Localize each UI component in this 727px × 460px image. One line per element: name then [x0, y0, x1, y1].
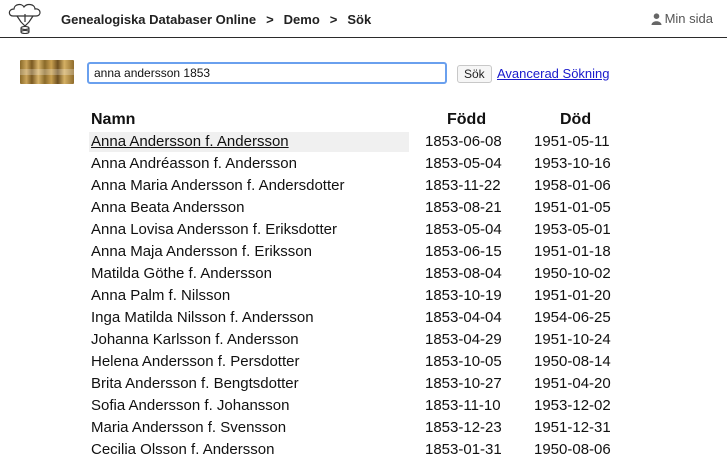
birth-date: 1853-12-23 [425, 419, 502, 436]
advanced-search-link[interactable]: Avancerad Sökning [497, 66, 610, 81]
database-thumbnail [20, 60, 74, 84]
my-page-link[interactable]: Min sida [651, 11, 713, 26]
death-date: 1950-08-14 [534, 353, 611, 370]
table-row[interactable]: Anna Andersson f. Andersson 1853-06-08 195… [89, 132, 610, 152]
death-date: 1953-12-02 [534, 397, 611, 414]
person-name[interactable]: Anna Palm f. Nilsson [91, 287, 230, 304]
birth-date: 1853-11-10 [425, 397, 501, 414]
person-name[interactable]: Sofia Andersson f. Johansson [91, 397, 289, 414]
death-date: 1951-04-20 [534, 375, 611, 392]
breadcrumb: Genealogiska Databaser Online > Demo > Sök [61, 12, 371, 27]
death-date: 1951-01-18 [534, 243, 611, 260]
person-name[interactable]: Anna Andréasson f. Andersson [91, 155, 297, 172]
death-date: 1951-10-24 [534, 331, 611, 348]
person-name[interactable]: Inga Matilda Nilsson f. Andersson [91, 309, 314, 326]
death-date: 1951-05-11 [534, 133, 610, 150]
birth-date: 1853-05-04 [425, 155, 502, 172]
birth-date: 1853-08-04 [425, 265, 502, 282]
person-name[interactable]: Anna Maja Andersson f. Eriksson [91, 243, 312, 260]
birth-date: 1853-06-08 [425, 133, 502, 150]
search-input[interactable] [87, 62, 447, 84]
death-date: 1950-08-06 [534, 441, 611, 458]
person-name[interactable]: Johanna Karlsson f. Andersson [91, 331, 299, 348]
birth-date: 1853-08-21 [425, 199, 502, 216]
person-name[interactable]: Brita Andersson f. Bengtsdotter [91, 375, 299, 392]
search-button[interactable]: Sök [457, 65, 492, 83]
table-row[interactable]: Anna Maja Andersson f. Eriksson 1853-06-1… [89, 242, 611, 262]
breadcrumb-item-search[interactable]: Sök [347, 12, 371, 27]
birth-date: 1853-06-15 [425, 243, 502, 260]
person-name[interactable]: Anna Lovisa Andersson f. Eriksdotter [91, 221, 337, 238]
birth-date: 1853-10-19 [425, 287, 502, 304]
user-icon [651, 13, 662, 25]
birth-date: 1853-04-29 [425, 331, 502, 348]
person-name[interactable]: Anna Beata Andersson [91, 199, 244, 216]
table-row[interactable]: Anna Andréasson f. Andersson 1853-05-04 19… [89, 154, 611, 174]
table-row[interactable]: Anna Lovisa Andersson f. Eriksdotter 1853… [89, 220, 611, 240]
breadcrumb-separator: > [329, 12, 338, 27]
death-date: 1950-10-02 [534, 265, 611, 282]
breadcrumb-item-home[interactable]: Genealogiska Databaser Online [61, 12, 256, 27]
table-row[interactable]: Anna Maria Andersson f. Andersdotter 1853… [89, 176, 611, 196]
table-row[interactable]: Anna Palm f. Nilsson 1853-10-19 1951-01-20 [89, 286, 611, 306]
birth-date: 1853-01-31 [425, 441, 502, 458]
person-name[interactable]: Helena Andersson f. Persdotter [91, 353, 299, 370]
table-row[interactable]: Brita Andersson f. Bengtsdotter 1853-10-2… [89, 374, 611, 394]
breadcrumb-separator: > [266, 12, 274, 27]
birth-date: 1853-04-04 [425, 309, 502, 326]
table-row[interactable]: Johanna Karlsson f. Andersson 1853-04-29 1… [89, 330, 611, 350]
death-date: 1953-10-16 [534, 155, 611, 172]
table-row[interactable]: Matilda Göthe f. Andersson 1853-08-04 1950… [89, 264, 611, 284]
column-header-name[interactable]: Namn [91, 111, 135, 129]
person-name[interactable]: Anna Maria Andersson f. Andersdotter [91, 177, 344, 194]
person-name[interactable]: Maria Andersson f. Svensson [91, 419, 286, 436]
person-name[interactable]: Anna Andersson f. Andersson [91, 133, 289, 150]
birth-date: 1853-10-05 [425, 353, 502, 370]
my-page-label: Min sida [664, 11, 713, 26]
column-header-born[interactable]: Född [447, 111, 486, 129]
death-date: 1954-06-25 [534, 309, 611, 326]
table-row[interactable]: Anna Beata Andersson 1853-08-21 1951-01-05 [89, 198, 611, 218]
death-date: 1958-01-06 [534, 177, 611, 194]
birth-date: 1853-10-27 [425, 375, 502, 392]
birth-date: 1853-11-22 [425, 177, 501, 194]
table-row[interactable]: Cecilia Olsson f. Andersson 1853-01-31 195… [89, 440, 611, 460]
table-row[interactable]: Helena Andersson f. Persdotter 1853-10-05… [89, 352, 611, 372]
breadcrumb-item-demo[interactable]: Demo [284, 12, 320, 27]
top-navigation-bar: Genealogiska Databaser Online > Demo > Sök M… [0, 0, 727, 38]
tree-logo-icon[interactable] [5, 2, 45, 34]
table-row[interactable]: Inga Matilda Nilsson f. Andersson 1853-04… [89, 308, 611, 328]
table-row[interactable]: Maria Andersson f. Svensson 1853-12-23 195… [89, 418, 611, 438]
person-name[interactable]: Matilda Göthe f. Andersson [91, 265, 272, 282]
death-date: 1953-05-01 [534, 221, 611, 238]
column-header-died[interactable]: Död [560, 111, 591, 129]
birth-date: 1853-05-04 [425, 221, 502, 238]
table-row[interactable]: Sofia Andersson f. Johansson 1853-11-10 19… [89, 396, 611, 416]
death-date: 1951-01-05 [534, 199, 611, 216]
death-date: 1951-12-31 [534, 419, 611, 436]
death-date: 1951-01-20 [534, 287, 611, 304]
